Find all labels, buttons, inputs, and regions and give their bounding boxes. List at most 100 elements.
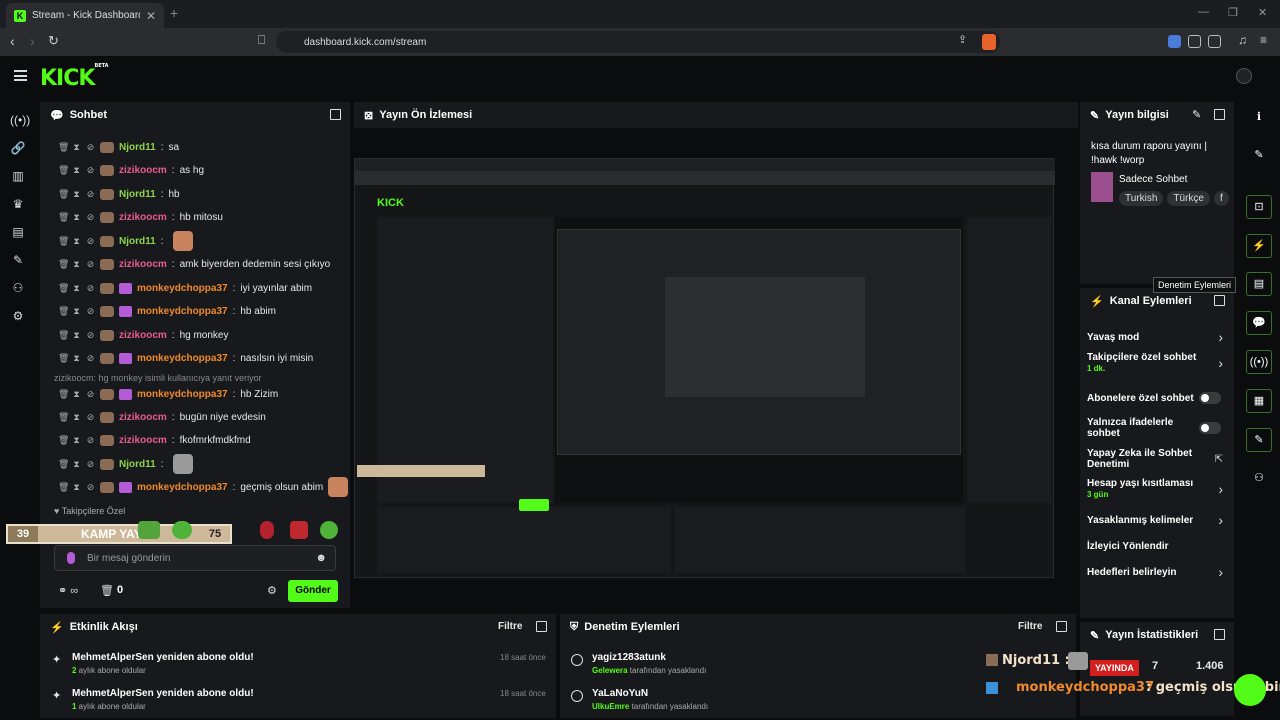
timeout-icon[interactable]: ⧗ xyxy=(72,165,81,175)
moderated-user[interactable]: yagiz1283atunk xyxy=(592,652,706,663)
forward-icon[interactable]: › xyxy=(30,33,35,49)
ban-icon[interactable]: ⊘ xyxy=(86,236,95,246)
chat-username[interactable]: zizikoocm xyxy=(119,330,167,341)
puzzle-icon[interactable] xyxy=(1188,35,1201,48)
chat-username[interactable]: monkeydchoppa37 xyxy=(137,389,228,400)
chat-username[interactable]: monkeydchoppa37 xyxy=(137,482,228,493)
chat-icon[interactable]: 💬 xyxy=(1246,311,1272,335)
library-icon[interactable]: ▤ xyxy=(10,224,26,240)
chat-message[interactable]: 🗑 ⧗ ⊘ zizikoocm: hg monkey xyxy=(58,326,229,344)
ban-icon[interactable]: ⊘ xyxy=(86,212,95,222)
chat-message[interactable]: 🗑 ⧗ ⊘ monkeydchoppa37: hb Zizim xyxy=(58,385,278,403)
close-window-icon[interactable]: ✕ xyxy=(1258,6,1267,19)
bookmark-icon[interactable]: ⎕ xyxy=(258,33,265,48)
trash-icon[interactable]: 🗑 xyxy=(58,482,69,492)
timeout-icon[interactable]: ⧗ xyxy=(72,412,81,422)
kick-logo[interactable]: KICKBETA xyxy=(40,63,109,91)
chat-message[interactable]: 🗑 ⧗ ⊘ zizikoocm: amk biyerden dedemin sesi ç… xyxy=(58,255,330,273)
ban-icon[interactable]: ⊘ xyxy=(86,165,95,175)
popout-moderation-icon[interactable] xyxy=(1056,621,1067,632)
trash-icon[interactable]: 🗑 xyxy=(58,306,69,316)
settings-cluster-icon[interactable]: ⚭ ∞ xyxy=(58,584,78,597)
trash-icon[interactable]: 🗑 xyxy=(58,142,69,152)
minimize-icon[interactable]: — xyxy=(1198,6,1209,18)
brave-shield-icon[interactable] xyxy=(982,34,996,50)
channel-action-row[interactable]: Yapay Zeka ile Sohbet Denetimi ⇱ xyxy=(1087,448,1229,470)
ban-icon[interactable]: ⊘ xyxy=(86,330,95,340)
channel-action-row[interactable]: Yasaklanmış kelimeler › xyxy=(1087,509,1229,531)
channel-action-row[interactable]: Hesap yaşı kısıtlaması 3 gün › xyxy=(1087,478,1229,500)
chat-username[interactable]: Njord11 xyxy=(119,459,156,470)
channel-action-row[interactable]: İzleyici Yönlendir xyxy=(1087,535,1229,557)
share-icon[interactable]: ⇪ xyxy=(958,33,967,46)
channel-action-row[interactable]: Abonelere özel sohbet xyxy=(1087,387,1229,409)
timeout-icon[interactable]: ⧗ xyxy=(72,142,81,152)
ban-icon[interactable]: ⊘ xyxy=(86,259,95,269)
channel-action-row[interactable]: Hedefleri belirleyin › xyxy=(1087,561,1229,583)
moderated-user[interactable]: YaLaNoYuN xyxy=(592,688,708,699)
timeout-icon[interactable]: ⧗ xyxy=(72,212,81,222)
chat-message[interactable]: 🗑 ⧗ ⊘ Njord11: hb xyxy=(58,185,180,203)
chat-username[interactable]: monkeydchoppa37 xyxy=(137,306,228,317)
ban-icon[interactable]: ⊘ xyxy=(86,459,95,469)
tag[interactable]: Türkçe xyxy=(1167,191,1210,206)
trash-icon[interactable]: 🗑 xyxy=(58,283,69,293)
timeout-icon[interactable]: ⧗ xyxy=(72,482,81,492)
capture-icon[interactable]: ⊡ xyxy=(1246,195,1272,219)
chat-message[interactable]: 🗑 ⧗ ⊘ Njord11: xyxy=(58,454,194,474)
trash-icon[interactable]: 🗑 xyxy=(58,389,69,399)
trash-icon[interactable]: 🗑 xyxy=(58,212,69,222)
hamburger-menu-icon[interactable] xyxy=(14,70,27,81)
send-button[interactable]: Gönder xyxy=(288,580,338,602)
edit-icon[interactable]: ✎ xyxy=(1246,144,1272,168)
trash-icon[interactable]: 🗑 xyxy=(58,259,69,269)
trash-icon[interactable]: 🗑 xyxy=(58,353,69,363)
chat-username[interactable]: zizikoocm xyxy=(119,165,167,176)
chat-username[interactable]: zizikoocm xyxy=(119,212,167,223)
timeout-icon[interactable]: ⧗ xyxy=(72,435,81,445)
timeout-icon[interactable]: ⧗ xyxy=(72,306,81,316)
trash-icon[interactable]: 🗑 xyxy=(58,330,69,340)
trash-icon[interactable]: 🗑 xyxy=(58,165,69,175)
chat-message[interactable]: 🗑 ⧗ ⊘ zizikoocm: fkofmrkfmdkfmd xyxy=(58,431,251,449)
popout-chat-icon[interactable] xyxy=(330,109,341,120)
back-icon[interactable]: ‹ xyxy=(10,33,15,49)
timeout-icon[interactable]: ⧗ xyxy=(72,189,81,199)
timeout-icon[interactable]: ⧗ xyxy=(72,330,81,340)
community-icon[interactable]: ⚇ xyxy=(1246,467,1272,491)
close-tab-icon[interactable]: ✕ xyxy=(146,9,156,23)
trash-icon[interactable]: 🗑 xyxy=(58,189,69,199)
ban-icon[interactable]: ⊘ xyxy=(86,435,95,445)
tag[interactable]: f xyxy=(1213,191,1229,206)
ban-icon[interactable]: ⊘ xyxy=(86,283,95,293)
broadcast-icon[interactable]: ((•)) xyxy=(10,112,30,128)
trash-icon[interactable]: 🗑 xyxy=(58,459,69,469)
channel-action-row[interactable]: Yavaş mod › xyxy=(1087,326,1229,348)
trash-icon[interactable]: 🗑 xyxy=(58,412,69,422)
chat-message[interactable]: 🗑 ⧗ ⊘ monkeydchoppa37: iyi yayınlar abim xyxy=(58,279,312,297)
ban-icon[interactable]: ⊘ xyxy=(86,306,95,316)
tag[interactable]: Turkish xyxy=(1119,191,1164,206)
trash-icon[interactable]: 🗑 xyxy=(58,435,69,445)
chat-settings-icon[interactable]: ⚙ xyxy=(267,584,277,597)
chat-message[interactable]: 🗑 ⧗ ⊘ monkeydchoppa37: hb abim xyxy=(58,302,276,320)
toggle-switch[interactable] xyxy=(1199,392,1221,404)
ban-icon[interactable]: ⊘ xyxy=(86,412,95,422)
analytics-icon[interactable]: ▥ xyxy=(10,168,26,184)
maximize-icon[interactable]: ❐ xyxy=(1228,6,1238,19)
link-icon[interactable]: 🔗 xyxy=(10,140,26,156)
sidebar-icon[interactable] xyxy=(1208,35,1221,48)
chat-username[interactable]: Njord11 xyxy=(119,142,156,153)
emoji-icon[interactable]: ☻ xyxy=(315,552,327,564)
timeout-icon[interactable]: ⧗ xyxy=(72,459,81,469)
toggle-switch[interactable] xyxy=(1199,422,1221,434)
timeout-icon[interactable]: ⧗ xyxy=(72,236,81,246)
chat-message[interactable]: 🗑 ⧗ ⊘ Njord11: sa xyxy=(58,138,179,156)
new-tab-icon[interactable]: + xyxy=(170,5,178,21)
ban-icon[interactable]: ⊘ xyxy=(86,189,95,199)
chat-username[interactable]: monkeydchoppa37 xyxy=(137,283,228,294)
chat-message[interactable]: 🗑 ⧗ ⊘ zizikoocm: bugün niye evdesin xyxy=(58,408,266,426)
ban-icon[interactable]: ⊘ xyxy=(86,389,95,399)
ban-icon[interactable]: ⊘ xyxy=(86,142,95,152)
timeout-icon[interactable]: ⧗ xyxy=(72,389,81,399)
